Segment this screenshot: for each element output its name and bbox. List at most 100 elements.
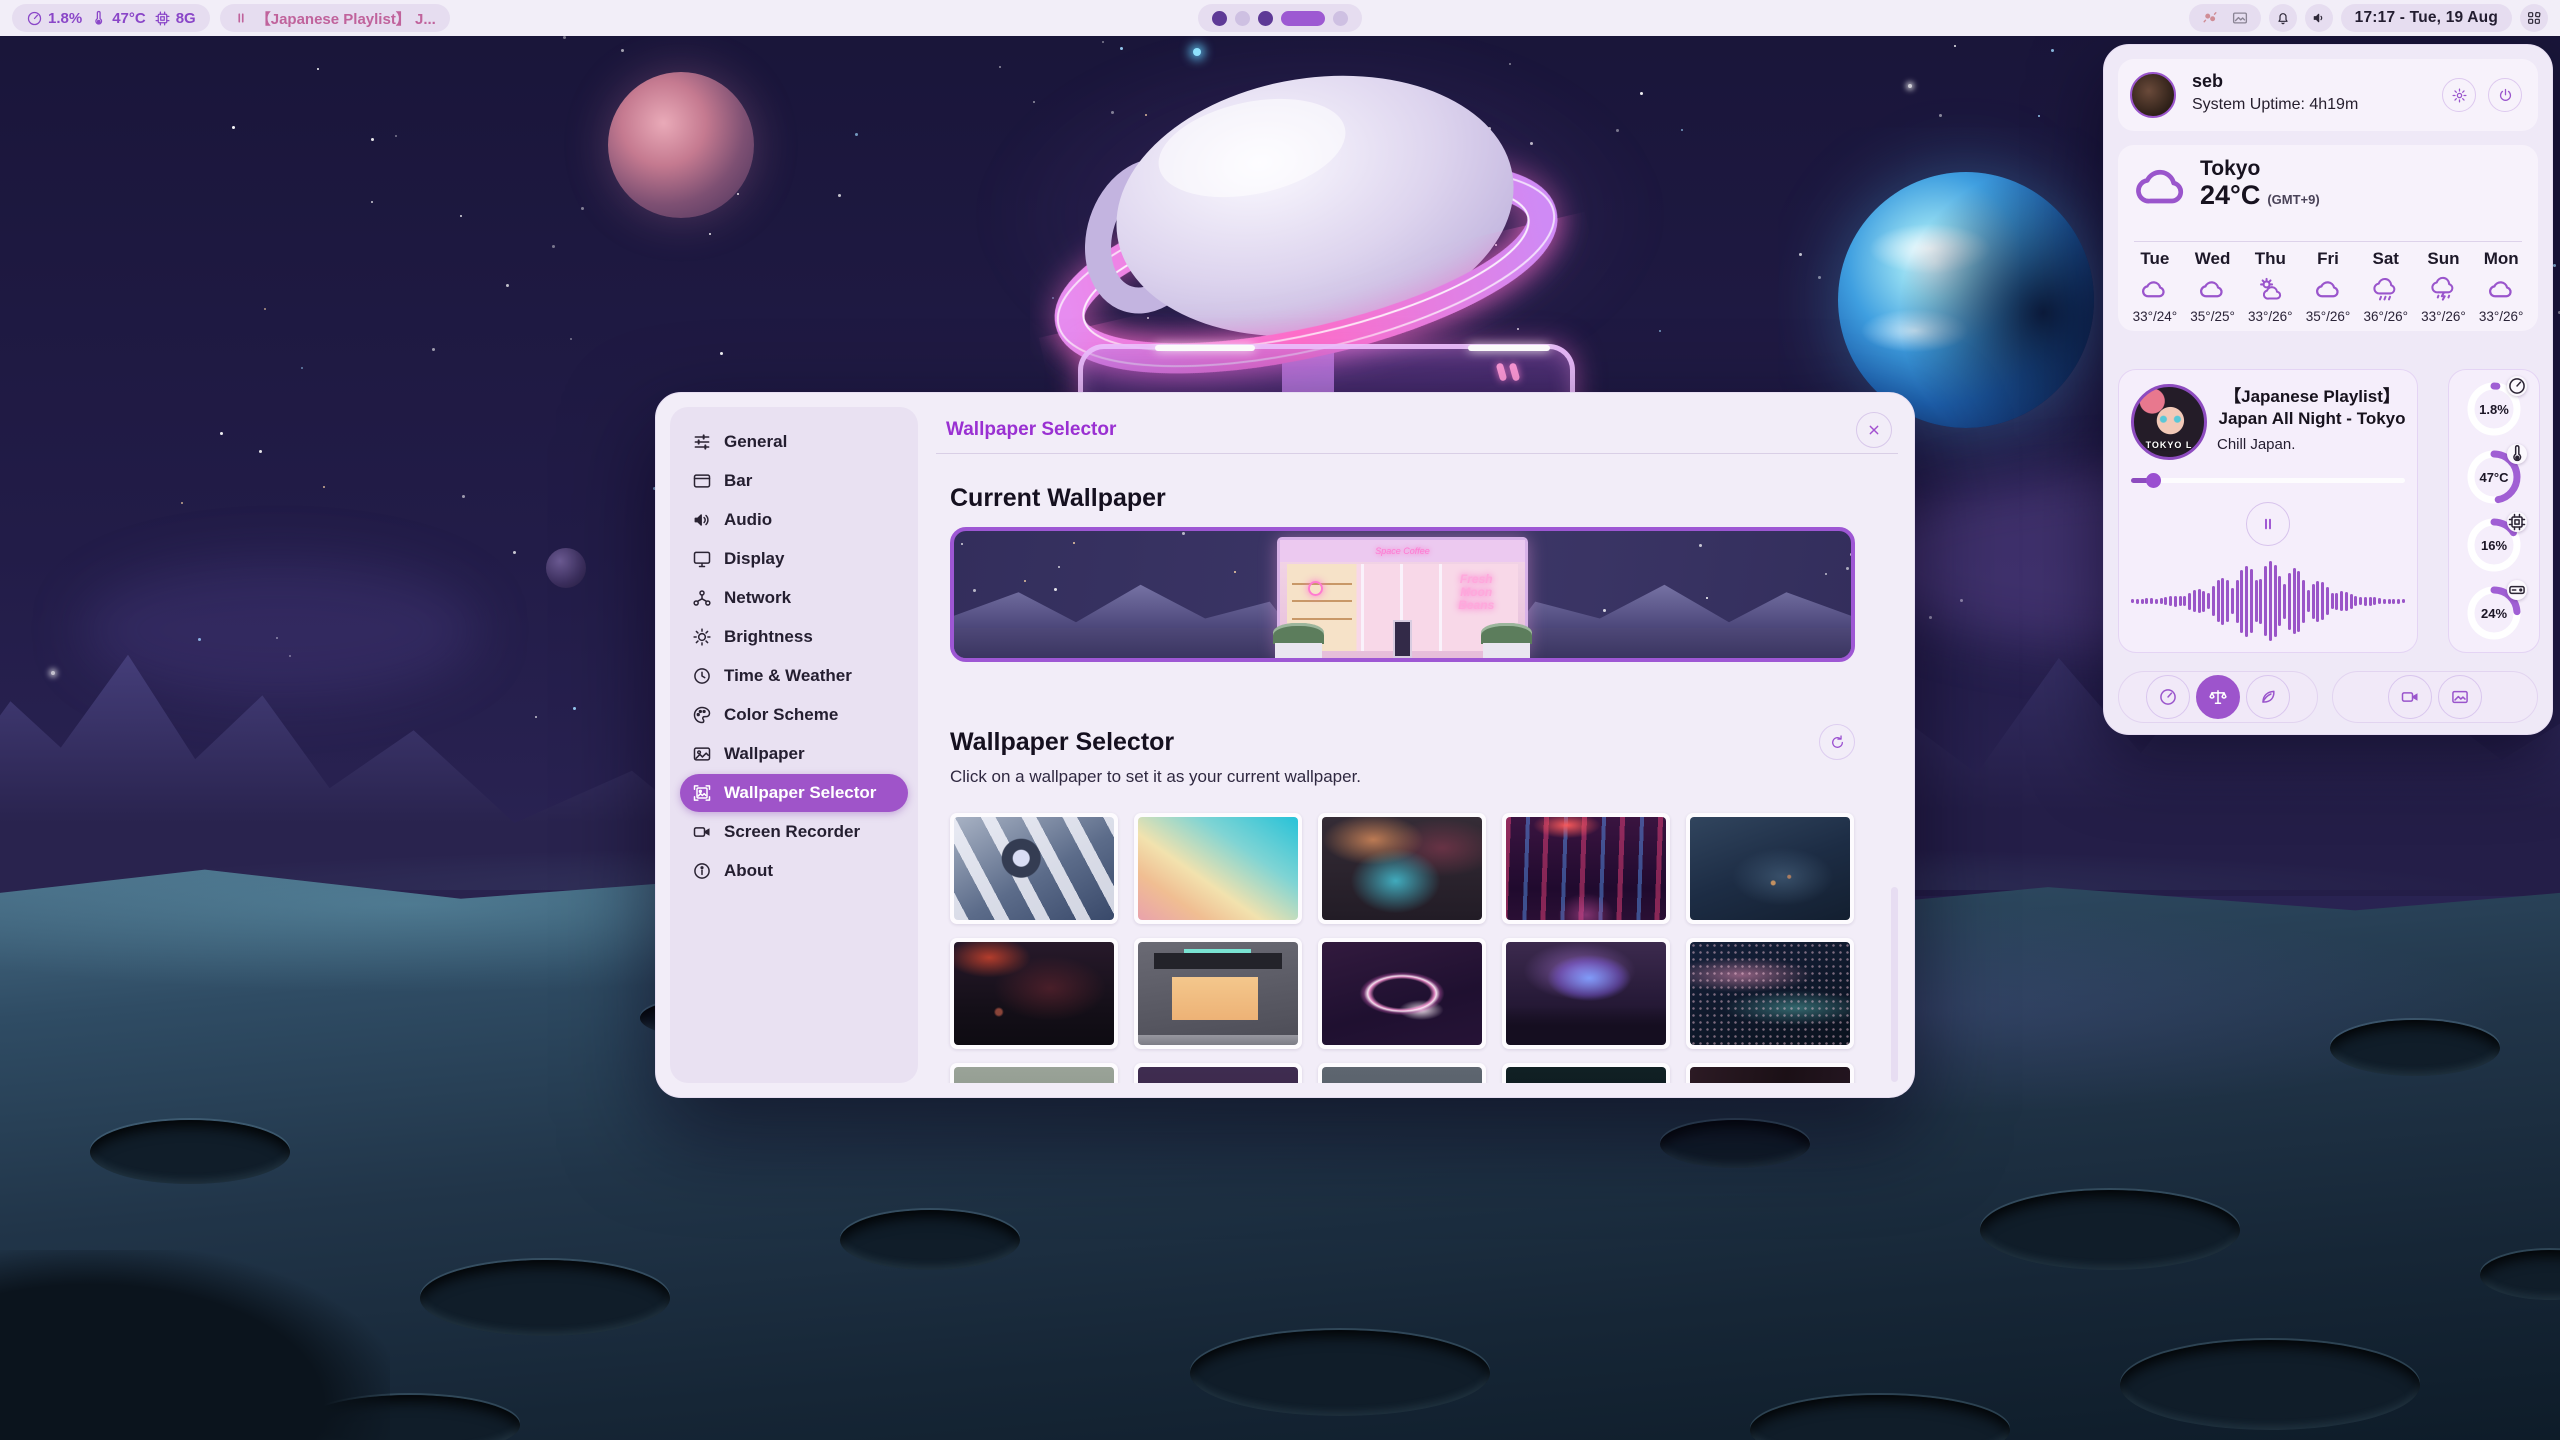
star — [513, 551, 516, 554]
sidebar-item-time-weather[interactable]: Time & Weather — [680, 657, 908, 695]
selector-subtext: Click on a wallpaper to set it as your c… — [950, 767, 1884, 787]
sidebar-item-display[interactable]: Display — [680, 540, 908, 578]
tray-app-icon[interactable] — [2201, 9, 2219, 27]
wallpaper-thumbnail[interactable] — [1134, 1063, 1302, 1083]
wallpaper-thumbnail[interactable] — [950, 813, 1118, 924]
workspace-dot-1[interactable] — [1212, 11, 1227, 26]
capture-card — [2332, 671, 2538, 723]
music-player-card: TOKYO L 【Japanese Playlist】 Japan All Ni… — [2118, 369, 2418, 653]
sidebar-item-label: Time & Weather — [724, 666, 852, 686]
star — [581, 207, 584, 210]
workspace-indicator — [1198, 4, 1362, 32]
close-icon — [1866, 422, 1882, 438]
wallpaper-thumbnail[interactable] — [950, 938, 1118, 1049]
sidebar-item-wallpaper-selector[interactable]: Wallpaper Selector — [680, 774, 908, 812]
waveform-bar — [2302, 580, 2305, 623]
performance-profile-button[interactable] — [2146, 675, 2190, 719]
app-launcher-button[interactable] — [2520, 4, 2548, 32]
tray-picture-icon[interactable] — [2231, 9, 2249, 27]
clock[interactable]: 17:17 - Tue, 19 Aug — [2341, 4, 2512, 32]
power-button[interactable] — [2488, 78, 2522, 112]
selector-heading: Wallpaper Selector — [950, 728, 1174, 757]
sidebar-item-about[interactable]: About — [680, 852, 908, 890]
waveform-bar — [2236, 580, 2239, 623]
workspace-dot-5[interactable] — [1333, 11, 1348, 26]
waveform-bar — [2240, 570, 2243, 633]
wallpaper-thumbnail[interactable] — [1318, 813, 1486, 924]
waveform-bar — [2245, 566, 2248, 637]
sidebar-item-label: Color Scheme — [724, 705, 838, 725]
audio-waveform — [2131, 562, 2405, 640]
wallpaper-thumbnail[interactable] — [1318, 938, 1486, 1049]
waveform-bar — [2288, 573, 2291, 630]
star — [371, 201, 373, 203]
sidebar-item-wallpaper[interactable]: Wallpaper — [680, 735, 908, 773]
waveform-bar — [2145, 598, 2148, 604]
workspace-dot-2[interactable] — [1235, 11, 1250, 26]
wallpaper-thumbnail[interactable] — [1502, 813, 1670, 924]
sidebar-item-brightness[interactable]: Brightness — [680, 618, 908, 656]
volume-button[interactable] — [2305, 4, 2333, 32]
chip-icon — [2511, 516, 2523, 528]
wallpaper-thumbnail[interactable] — [1134, 938, 1302, 1049]
star — [570, 338, 572, 340]
wallpaper-thumbnail[interactable] — [1502, 938, 1670, 1049]
sidebar-item-screen-recorder[interactable]: Screen Recorder — [680, 813, 908, 851]
screenshot-button[interactable] — [2438, 675, 2482, 719]
pause-button[interactable] — [2246, 502, 2290, 546]
wall paper-thumbnail[interactable] — [1686, 1063, 1854, 1083]
topbar-left-modules: 1.8% 47°C 8G 【Japanese Playlist】 J... — [12, 4, 450, 32]
seek-slider[interactable] — [2131, 478, 2405, 483]
star — [220, 432, 223, 435]
memory-value: 8G — [176, 10, 196, 27]
settings-button[interactable] — [2442, 78, 2476, 112]
system-stats-card: 1.8% 47°C 16% 24% — [2448, 369, 2540, 653]
star — [1659, 330, 1661, 332]
powersave-profile-button[interactable] — [2246, 675, 2290, 719]
workspace-dot-4[interactable] — [1281, 11, 1325, 26]
waveform-bar — [2155, 599, 2158, 604]
wallpaper-thumbnail[interactable] — [1502, 1063, 1670, 1083]
wallpaper-thumbnail[interactable] — [950, 1063, 1118, 1083]
sidebar-item-network[interactable]: Network — [680, 579, 908, 617]
clock-icon — [692, 666, 712, 686]
wallpaper-thumbnail[interactable] — [1318, 1063, 1486, 1083]
workspace-dot-3[interactable] — [1258, 11, 1273, 26]
waveform-bar — [2226, 580, 2229, 622]
waveform-bar — [2164, 597, 2167, 605]
sidebar-item-audio[interactable]: Audio — [680, 501, 908, 539]
forecast-day: Thu33°/26° — [2241, 249, 2299, 323]
topbar-right-modules: 17:17 - Tue, 19 Aug — [2189, 4, 2548, 32]
screen-record-button[interactable] — [2388, 675, 2432, 719]
wallpaper-thumbnail[interactable] — [1686, 938, 1854, 1049]
scrollbar-thumb[interactable] — [1891, 887, 1898, 1082]
star — [1681, 129, 1683, 131]
close-button[interactable] — [1856, 412, 1892, 448]
wallpaper-thumbnail[interactable] — [1134, 813, 1302, 924]
sidebar-item-general[interactable]: General — [680, 423, 908, 461]
sidebar-item-color-scheme[interactable]: Color Scheme — [680, 696, 908, 734]
star — [2038, 115, 2040, 117]
notifications-button[interactable] — [2269, 4, 2297, 32]
refresh-button[interactable] — [1819, 724, 1855, 760]
settings-window: General Bar Audio Display Network Bright… — [655, 392, 1915, 1098]
planter — [1273, 623, 1324, 658]
balanced-profile-button[interactable] — [2196, 675, 2240, 719]
wallpaper-thumbnail[interactable] — [1686, 813, 1854, 924]
waveform-bar — [2293, 568, 2296, 634]
star — [973, 589, 976, 592]
star — [506, 284, 509, 287]
system-stats-pill[interactable]: 1.8% 47°C 8G — [12, 4, 210, 32]
settings-sidebar: General Bar Audio Display Network Bright… — [670, 407, 918, 1083]
memory-gauge: 16% — [2465, 516, 2523, 574]
now-playing-pill[interactable]: 【Japanese Playlist】 J... — [220, 4, 450, 32]
album-art: TOKYO L — [2131, 384, 2207, 460]
sidebar-item-bar[interactable]: Bar — [680, 462, 908, 500]
planter — [1481, 623, 1532, 658]
star — [1908, 84, 1912, 88]
star — [999, 66, 1001, 68]
seek-slider-thumb[interactable] — [2146, 473, 2161, 488]
waveform-bar — [2259, 579, 2262, 624]
sidebar-item-label: Wallpaper Selector — [724, 783, 876, 803]
thermometer-icon — [2511, 448, 2523, 460]
